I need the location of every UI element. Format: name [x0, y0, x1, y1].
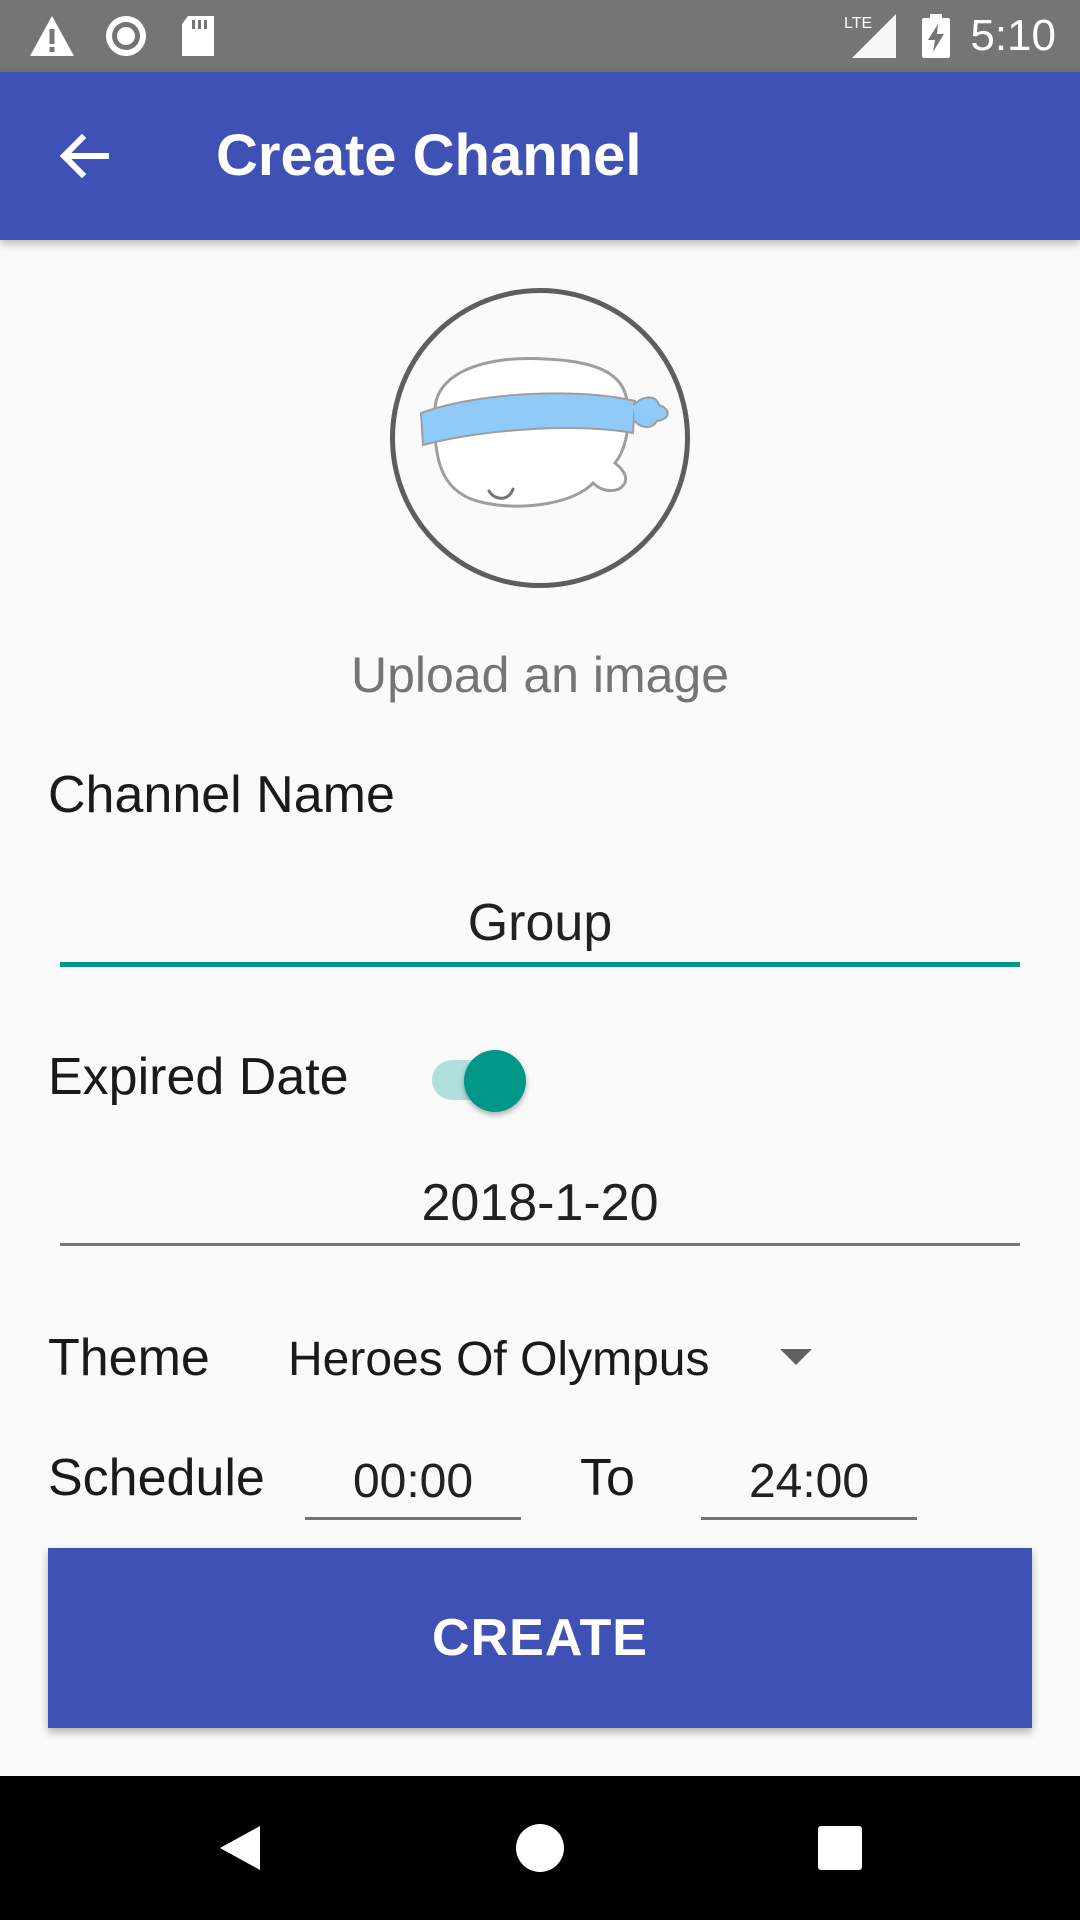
navigation-bar — [0, 1776, 1080, 1920]
channel-avatar[interactable] — [390, 288, 690, 588]
schedule-to-underline — [701, 1517, 917, 1520]
channel-name-underline — [60, 962, 1020, 967]
nav-home-icon — [516, 1824, 564, 1872]
dropdown-arrow-icon — [780, 1349, 812, 1365]
status-bar: LTE 5:10 — [0, 0, 1080, 72]
lte-signal-icon: LTE — [842, 12, 898, 60]
upload-image-link[interactable]: Upload an image — [0, 645, 1080, 705]
nav-recents-icon — [818, 1826, 862, 1870]
expired-date-toggle[interactable] — [430, 1050, 540, 1112]
nav-home-button[interactable] — [504, 1812, 576, 1884]
theme-selected-value: Heroes Of Olympus — [288, 1333, 710, 1386]
warning-icon — [28, 12, 76, 60]
sd-card-icon — [178, 12, 218, 60]
arrow-back-icon — [59, 133, 109, 179]
expired-date-label: Expired Date — [48, 1048, 349, 1106]
expired-date-input[interactable]: 2018-1-20 — [60, 1173, 1020, 1233]
theme-dropdown[interactable]: Heroes Of Olympus — [268, 1325, 828, 1395]
svg-text:LTE: LTE — [844, 15, 872, 32]
schedule-to-input[interactable]: 24:00 — [701, 1452, 917, 1512]
nav-back-button[interactable] — [204, 1812, 276, 1884]
channel-name-input[interactable]: Group — [60, 893, 1020, 953]
schedule-label: Schedule — [48, 1449, 265, 1507]
sync-icon — [102, 12, 150, 60]
back-button[interactable] — [44, 116, 124, 196]
nav-back-icon — [220, 1826, 260, 1870]
app-bar: Create Channel — [0, 72, 1080, 240]
create-button[interactable]: CREATE — [48, 1548, 1032, 1728]
status-clock: 5:10 — [970, 11, 1056, 60]
blindfold-character-avatar — [419, 356, 669, 508]
nav-recents-button[interactable] — [804, 1812, 876, 1884]
page-title: Create Channel — [216, 123, 642, 188]
create-button-label: CREATE — [432, 1609, 648, 1667]
schedule-from-underline — [305, 1517, 521, 1520]
schedule-from-input[interactable]: 00:00 — [305, 1452, 521, 1512]
channel-name-label: Channel Name — [48, 766, 395, 824]
toggle-thumb — [464, 1050, 526, 1112]
schedule-to-label: To — [580, 1449, 635, 1507]
theme-label: Theme — [48, 1329, 210, 1387]
battery-charging-icon — [920, 12, 952, 60]
expired-date-underline — [60, 1243, 1020, 1246]
